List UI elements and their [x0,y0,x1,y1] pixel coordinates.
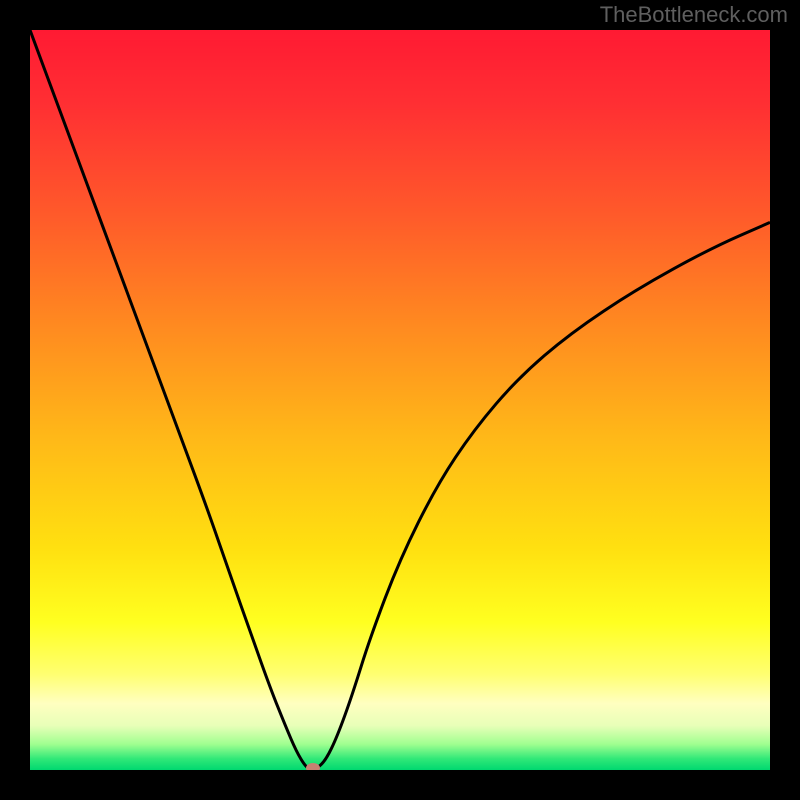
bottleneck-curve [30,30,770,770]
chart-frame: TheBottleneck.com [0,0,800,800]
watermark-text: TheBottleneck.com [600,2,788,28]
optimal-point-marker [306,763,320,770]
plot-area [30,30,770,770]
